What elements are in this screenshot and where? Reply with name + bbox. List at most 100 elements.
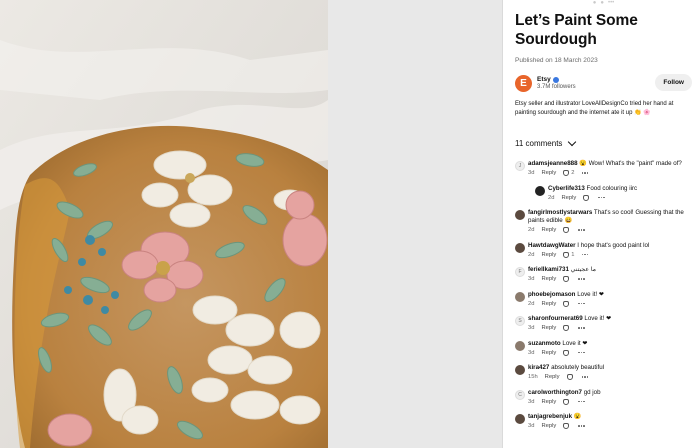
reply-button[interactable]: Reply: [561, 195, 576, 201]
reaction-icon[interactable]: ●: [600, 0, 604, 6]
comment-avatar[interactable]: [515, 291, 525, 302]
reply-button[interactable]: Reply: [541, 227, 556, 233]
author-name[interactable]: Etsy: [537, 76, 551, 83]
reply-button[interactable]: Reply: [541, 301, 556, 307]
reply-button[interactable]: Reply: [541, 252, 556, 258]
more-options-icon[interactable]: [578, 229, 585, 231]
like-button[interactable]: [563, 276, 571, 282]
comment-avatar[interactable]: [515, 210, 525, 220]
pin-title-line-1: Let’s Paint Some: [515, 12, 638, 29]
like-button[interactable]: [563, 398, 571, 405]
like-button[interactable]: [563, 325, 571, 331]
comment-username[interactable]: kira427: [528, 364, 549, 371]
like-count: 1: [571, 251, 575, 258]
image-backdrop: [328, 0, 502, 448]
reply-button[interactable]: Reply: [541, 276, 556, 282]
comment-meta: 3d Reply: [528, 276, 692, 282]
comment-text: Love it ❤: [562, 339, 588, 347]
comment-avatar[interactable]: [515, 414, 525, 424]
author-row: E Etsy 3.7M followers Follow: [515, 73, 692, 93]
comment-body: sharonfournerat69 Love it! ❤: [528, 315, 692, 323]
comment-meta: 2d Reply: [528, 300, 692, 307]
comments-list: Jadamsjeanne888 😮 Wow! What's the "paint…: [515, 160, 692, 429]
comment-username[interactable]: carolworthington7: [528, 389, 582, 396]
comment-avatar[interactable]: [515, 365, 525, 375]
like-button[interactable]: [563, 300, 571, 307]
reaction-icon[interactable]: ●: [593, 0, 597, 6]
published-date: Published on 18 March 2023: [515, 57, 598, 64]
more-options-icon[interactable]: [578, 302, 585, 305]
reply-button[interactable]: Reply: [541, 423, 556, 429]
more-options-icon[interactable]: [581, 376, 588, 378]
reply-button[interactable]: Reply: [541, 350, 556, 356]
more-options-icon[interactable]: [578, 425, 585, 427]
comment-time: 2d: [528, 227, 535, 233]
follow-button[interactable]: Follow: [655, 74, 692, 91]
like-button[interactable]: 2: [563, 170, 575, 176]
comment-avatar[interactable]: [515, 340, 525, 351]
comment: kira427 absolutely beautiful 15h Reply: [515, 364, 692, 380]
comment-time: 2d: [548, 194, 555, 201]
comments-toggle[interactable]: 11 comments: [515, 137, 692, 148]
comment-avatar[interactable]: [535, 185, 545, 196]
like-button[interactable]: [563, 227, 571, 233]
comment-username[interactable]: phoebejomason: [528, 291, 575, 298]
author-avatar[interactable]: E: [515, 74, 532, 92]
verified-badge-icon: [552, 76, 559, 83]
comment-username[interactable]: HawtdawgWater: [528, 242, 576, 249]
comment-username[interactable]: adamsjeanne888: [528, 160, 578, 167]
more-options-icon[interactable]: [578, 351, 585, 354]
comments-count: 11 comments: [515, 139, 563, 148]
more-options-icon[interactable]: [578, 278, 585, 280]
heart-icon: [563, 170, 570, 176]
comment: fangirlmostlystarwars That's so cool! Gu…: [515, 209, 692, 233]
comment-username[interactable]: sharonfournerat69: [528, 315, 583, 322]
like-button[interactable]: [566, 374, 575, 380]
heart-icon: [566, 374, 573, 380]
comment-username[interactable]: suzanmoto: [528, 340, 561, 347]
comment-meta: 3d Reply: [528, 349, 692, 356]
comment-meta: 2d Reply: [548, 194, 692, 201]
more-options-icon[interactable]: [581, 172, 589, 174]
like-count: 2: [571, 170, 575, 176]
comment-avatar[interactable]: J: [515, 161, 525, 171]
heart-icon: [583, 194, 590, 201]
comment-time: 2d: [528, 251, 535, 258]
like-button[interactable]: [563, 423, 571, 429]
author-meta: Etsy 3.7M followers: [537, 76, 576, 90]
comment-avatar[interactable]: C: [515, 389, 525, 400]
like-button[interactable]: [583, 194, 591, 201]
comment-username[interactable]: feriellkami731: [528, 266, 569, 273]
comment-username[interactable]: Cyberlife313: [548, 185, 585, 192]
more-options-icon[interactable]: [581, 253, 589, 256]
comment-avatar[interactable]: [515, 242, 525, 253]
more-options-icon[interactable]: [578, 400, 585, 403]
comment-avatar[interactable]: S: [515, 316, 525, 326]
more-options-icon[interactable]: [598, 196, 605, 199]
reply-button[interactable]: Reply: [545, 374, 560, 380]
like-button[interactable]: [563, 349, 571, 356]
pin-image[interactable]: [0, 0, 328, 448]
comment-body: phoebejomason Love it! ❤: [528, 291, 692, 299]
comment-username[interactable]: tanjagrebenjuk: [528, 413, 572, 420]
like-button[interactable]: 1: [563, 251, 575, 258]
more-icon[interactable]: •••: [608, 0, 614, 6]
comment-meta: 2d Reply 1: [528, 251, 692, 258]
comment-time: 3d: [528, 423, 535, 429]
pin-title: Let’s Paint Some Sourdough: [515, 11, 692, 49]
heart-icon: [563, 276, 570, 282]
author-name-row[interactable]: Etsy: [537, 76, 576, 83]
comment-time: 3d: [528, 276, 535, 282]
comment-time: 15h: [528, 374, 538, 380]
comment-body: HawtdawgWater I hope that's good paint l…: [528, 242, 692, 250]
comment-text: Food colouring iirc: [586, 184, 638, 192]
comment-body: feriellkami731 ما عجيتني: [528, 266, 692, 274]
comment-username[interactable]: fangirlmostlystarwars: [528, 209, 592, 216]
pin-description: Etsy seller and illustrator LoveAllDesig…: [515, 101, 674, 116]
comment-meta: 3d Reply: [528, 325, 692, 331]
reply-button[interactable]: Reply: [541, 399, 556, 405]
more-options-icon[interactable]: [578, 327, 585, 329]
reply-button[interactable]: Reply: [541, 170, 556, 176]
reply-button[interactable]: Reply: [541, 325, 556, 331]
comment-avatar[interactable]: F: [515, 267, 525, 277]
